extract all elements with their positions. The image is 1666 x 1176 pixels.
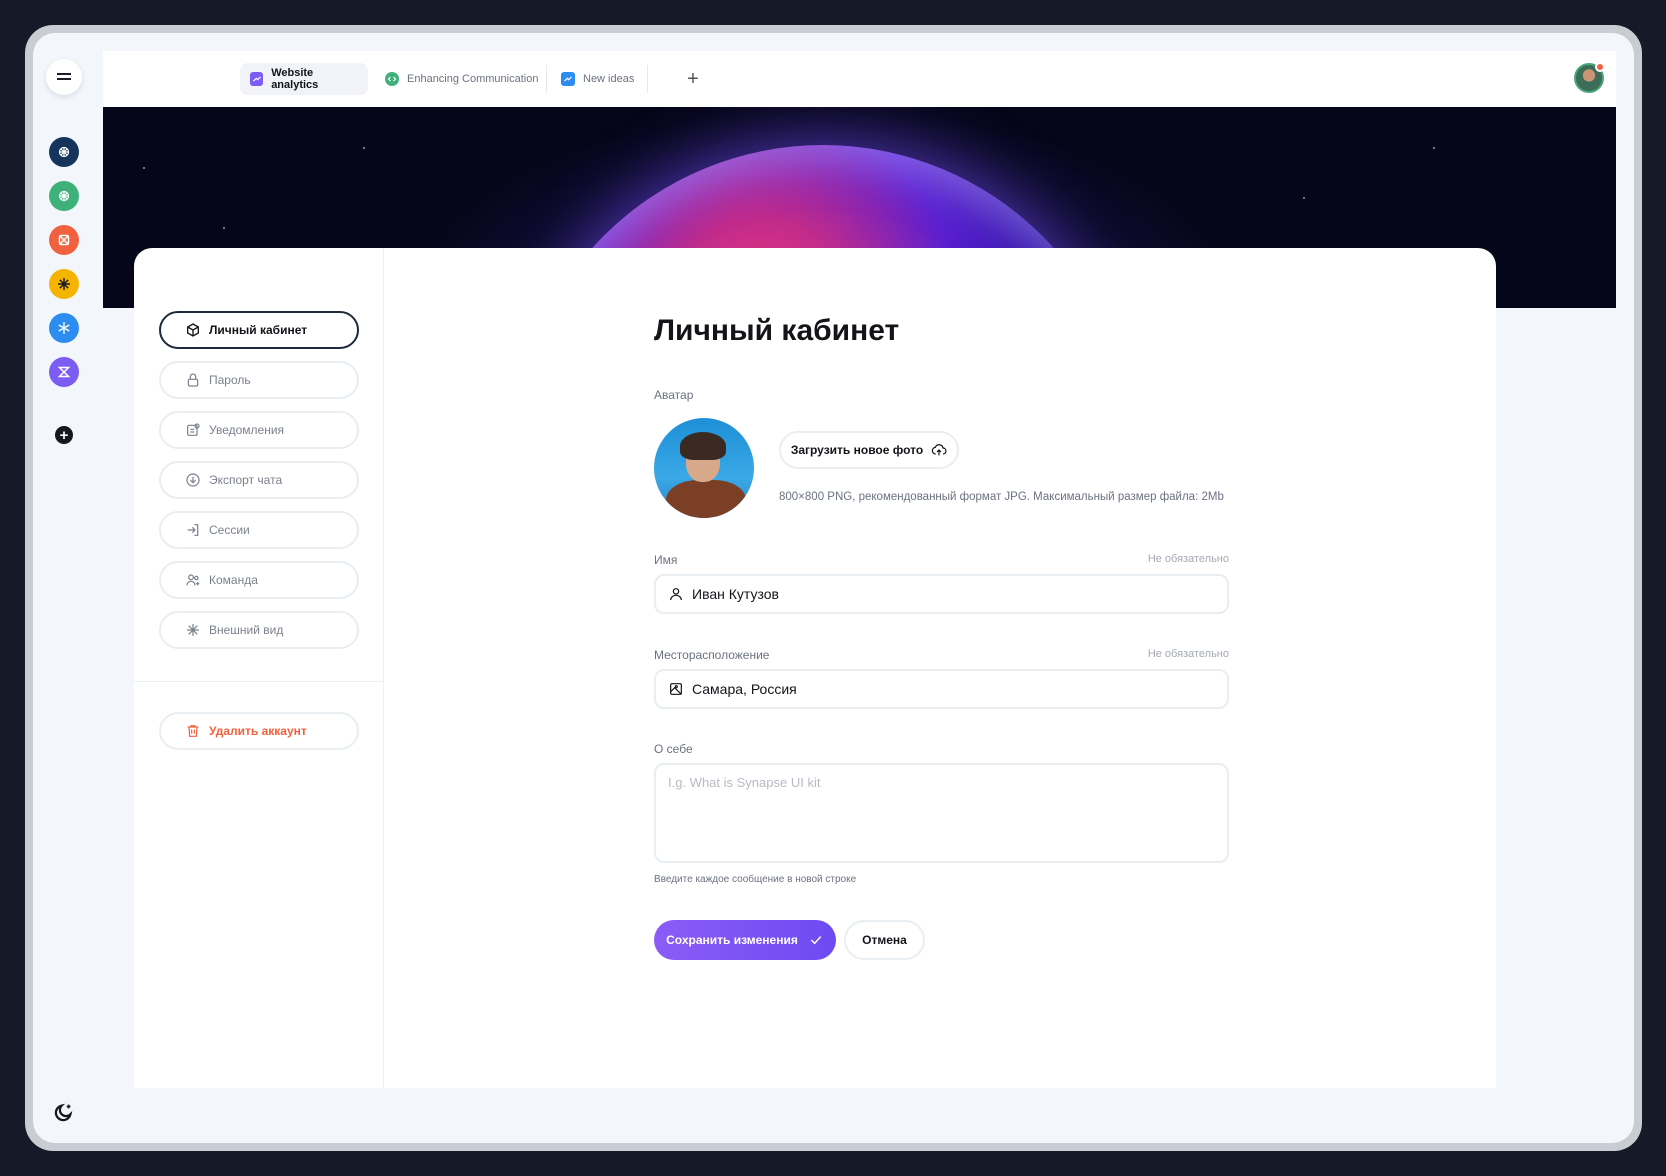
tab-bar: Website analytics Enhancing Communicatio…	[103, 51, 1616, 107]
tab-label: Enhancing Communication	[407, 73, 539, 85]
purple-app-icon[interactable]	[49, 357, 79, 387]
avatar-hint: 800×800 PNG, рекомендованный формат JPG.…	[779, 491, 1224, 503]
menu-icon[interactable]	[46, 59, 82, 95]
user-avatar[interactable]	[1574, 62, 1605, 93]
notification-dot	[1595, 62, 1605, 72]
download-icon	[186, 473, 200, 487]
save-button[interactable]: Сохранить изменения	[654, 920, 836, 960]
name-input[interactable]: Иван Кутузов	[654, 574, 1229, 614]
nav-item-team[interactable]: Команда	[159, 561, 359, 599]
app-rail: +	[33, 33, 103, 1143]
chart-icon	[250, 72, 264, 86]
tab-label: Website analytics	[271, 67, 319, 91]
about-hint: Введите каждое сообщение в новой строке	[654, 874, 857, 885]
orange-app-icon[interactable]	[49, 225, 79, 255]
nav-item-appearance[interactable]: Внешний вид	[159, 611, 359, 649]
check-icon	[810, 936, 822, 945]
yellow-asterisk-icon[interactable]	[49, 269, 79, 299]
device-frame: + Website analytics Enhancing Communicat…	[25, 25, 1642, 1151]
tab-label: New ideas	[583, 73, 635, 85]
tab-enhancing-communication[interactable]: Enhancing Communication	[375, 63, 548, 95]
location-input[interactable]: Самара, Россия	[654, 669, 1229, 709]
add-app-icon[interactable]: +	[55, 426, 73, 444]
avatar-label: Аватар	[654, 388, 694, 402]
notification-icon	[187, 423, 200, 436]
delete-account-button[interactable]: Удалить аккаунт	[159, 712, 359, 750]
location-optional: Не обязательно	[1147, 648, 1229, 660]
app-window: + Website analytics Enhancing Communicat…	[33, 33, 1634, 1143]
openai-green-icon[interactable]	[49, 181, 79, 211]
upload-icon	[931, 444, 947, 456]
openai-icon[interactable]	[49, 137, 79, 167]
settings-card: Личный кабинет Пароль Уведомления Экспор…	[134, 248, 1496, 1088]
name-optional: Не обязательно	[1147, 553, 1229, 565]
tab-divider	[546, 65, 547, 93]
new-tab-icon[interactable]: +	[681, 67, 705, 91]
tab-website-analytics[interactable]: Website analytics	[240, 63, 368, 95]
tab-divider	[647, 65, 648, 93]
nav-item-export-chat[interactable]: Экспорт чата	[159, 461, 359, 499]
name-label: Имя	[654, 553, 678, 567]
asterisk-icon	[187, 624, 199, 636]
cube-icon	[187, 323, 199, 337]
nav-item-notifications[interactable]: Уведомления	[159, 411, 359, 449]
page-title: Личный кабинет	[654, 314, 900, 347]
user-icon	[670, 588, 682, 601]
lock-icon	[187, 373, 199, 387]
map-icon	[670, 683, 682, 695]
login-icon	[187, 524, 199, 536]
settings-nav: Личный кабинет Пароль Уведомления Экспор…	[134, 248, 384, 1088]
nav-item-profile[interactable]: Личный кабинет	[159, 311, 359, 349]
blue-snowflake-icon[interactable]	[49, 313, 79, 343]
cancel-button[interactable]: Отмена	[844, 920, 925, 960]
tab-new-ideas[interactable]: New ideas	[551, 63, 644, 95]
location-label: Месторасположение	[654, 648, 770, 662]
nav-item-sessions[interactable]: Сессии	[159, 511, 359, 549]
nav-divider	[134, 681, 384, 682]
moon-icon[interactable]	[53, 1101, 75, 1123]
upload-photo-button[interactable]: Загрузить новое фото	[779, 431, 959, 469]
trash-icon	[187, 725, 199, 737]
profile-avatar[interactable]	[654, 418, 754, 518]
chart-icon	[561, 72, 575, 86]
about-textarea[interactable]: I.g. What is Synapse UI kit	[654, 763, 1229, 863]
nav-item-password[interactable]: Пароль	[159, 361, 359, 399]
code-icon	[385, 72, 399, 86]
about-label: О себе	[654, 742, 693, 756]
team-icon	[186, 574, 200, 586]
